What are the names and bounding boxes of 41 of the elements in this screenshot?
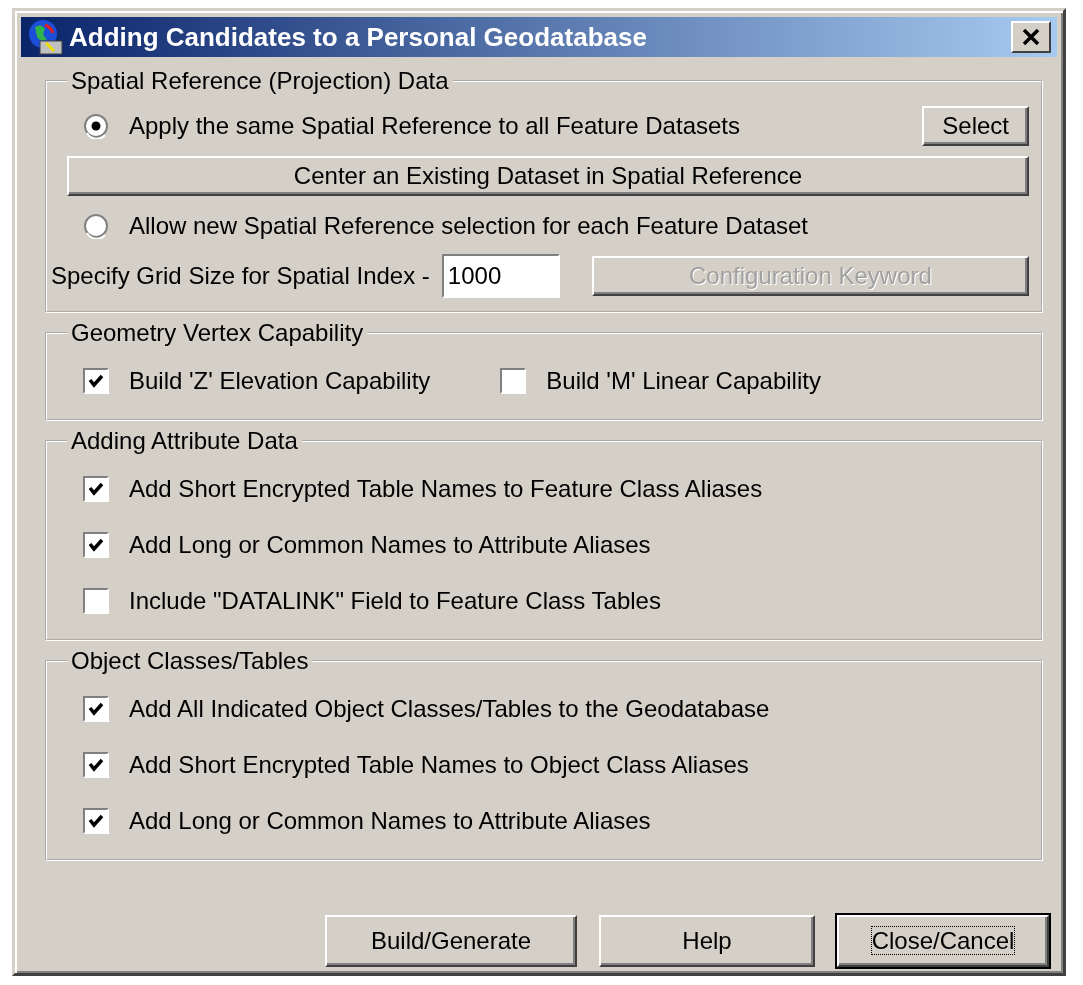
checkmark-icon bbox=[87, 756, 105, 774]
close-icon bbox=[1021, 28, 1041, 46]
checkbox[interactable] bbox=[83, 532, 109, 558]
group-label: Object Classes/Tables bbox=[71, 647, 309, 674]
push-button[interactable]: Help bbox=[599, 915, 815, 967]
group-label: Geometry Vertex Capability bbox=[71, 319, 364, 346]
push-button[interactable]: Select bbox=[922, 106, 1029, 146]
field-label: Specify Grid Size for Spatial Index - bbox=[51, 262, 430, 290]
checkbox[interactable] bbox=[83, 588, 109, 614]
checkbox-label: Include "DATALINK" Field to Feature Class Tables bbox=[129, 587, 661, 615]
checkbox-label: Add Short Encrypted Table Names to Feature Class Aliases bbox=[129, 475, 763, 503]
grid-size-field[interactable]: 1000 bbox=[441, 254, 560, 298]
checkbox-label: Add All Indicated Object Classes/Tables to the Geodatabase bbox=[129, 695, 770, 723]
push-button[interactable]: Close/Cancel bbox=[837, 915, 1049, 967]
checkbox-label: Add Long or Common Names to Attribute Aliases bbox=[129, 807, 651, 835]
checkbox[interactable] bbox=[500, 368, 527, 394]
push-button[interactable]: Build/Generate bbox=[325, 915, 577, 967]
checkbox[interactable] bbox=[83, 696, 109, 722]
push-button[interactable]: Center an Existing Dataset in Spatial Reference bbox=[67, 156, 1029, 196]
option-label: Allow new Spatial Reference selection for each Feature Dataset bbox=[129, 212, 809, 240]
checkbox-label: Add Long or Common Names to Attribute Aliases bbox=[129, 531, 651, 559]
radio-button[interactable] bbox=[83, 213, 109, 239]
checkbox[interactable] bbox=[83, 368, 109, 394]
checkmark-icon bbox=[87, 812, 105, 830]
option-label: Apply the same Spatial Reference to all Feature Datasets bbox=[129, 112, 741, 140]
checkmark-icon bbox=[87, 372, 105, 390]
checkmark-icon bbox=[87, 700, 105, 718]
checkbox[interactable] bbox=[83, 808, 109, 834]
checkbox-label: Add Short Encrypted Table Names to Object Class Aliases bbox=[129, 751, 749, 779]
checkmark-icon bbox=[87, 536, 105, 554]
checkbox-label: Build 'M' Linear Capability bbox=[546, 367, 821, 395]
globe-icon bbox=[27, 19, 63, 55]
checkmark-icon bbox=[87, 480, 105, 498]
window-title: Adding Candidates to a Personal Geodatabase bbox=[69, 21, 648, 53]
checkbox[interactable] bbox=[83, 752, 109, 778]
close-button[interactable] bbox=[1011, 21, 1051, 53]
checkbox[interactable] bbox=[83, 476, 109, 502]
group-label: Spatial Reference (Projection) Data bbox=[71, 67, 449, 94]
radio-button[interactable] bbox=[83, 113, 109, 139]
checkbox-label: Build 'Z' Elevation Capability bbox=[129, 367, 431, 395]
group-label: Adding Attribute Data bbox=[71, 427, 298, 454]
